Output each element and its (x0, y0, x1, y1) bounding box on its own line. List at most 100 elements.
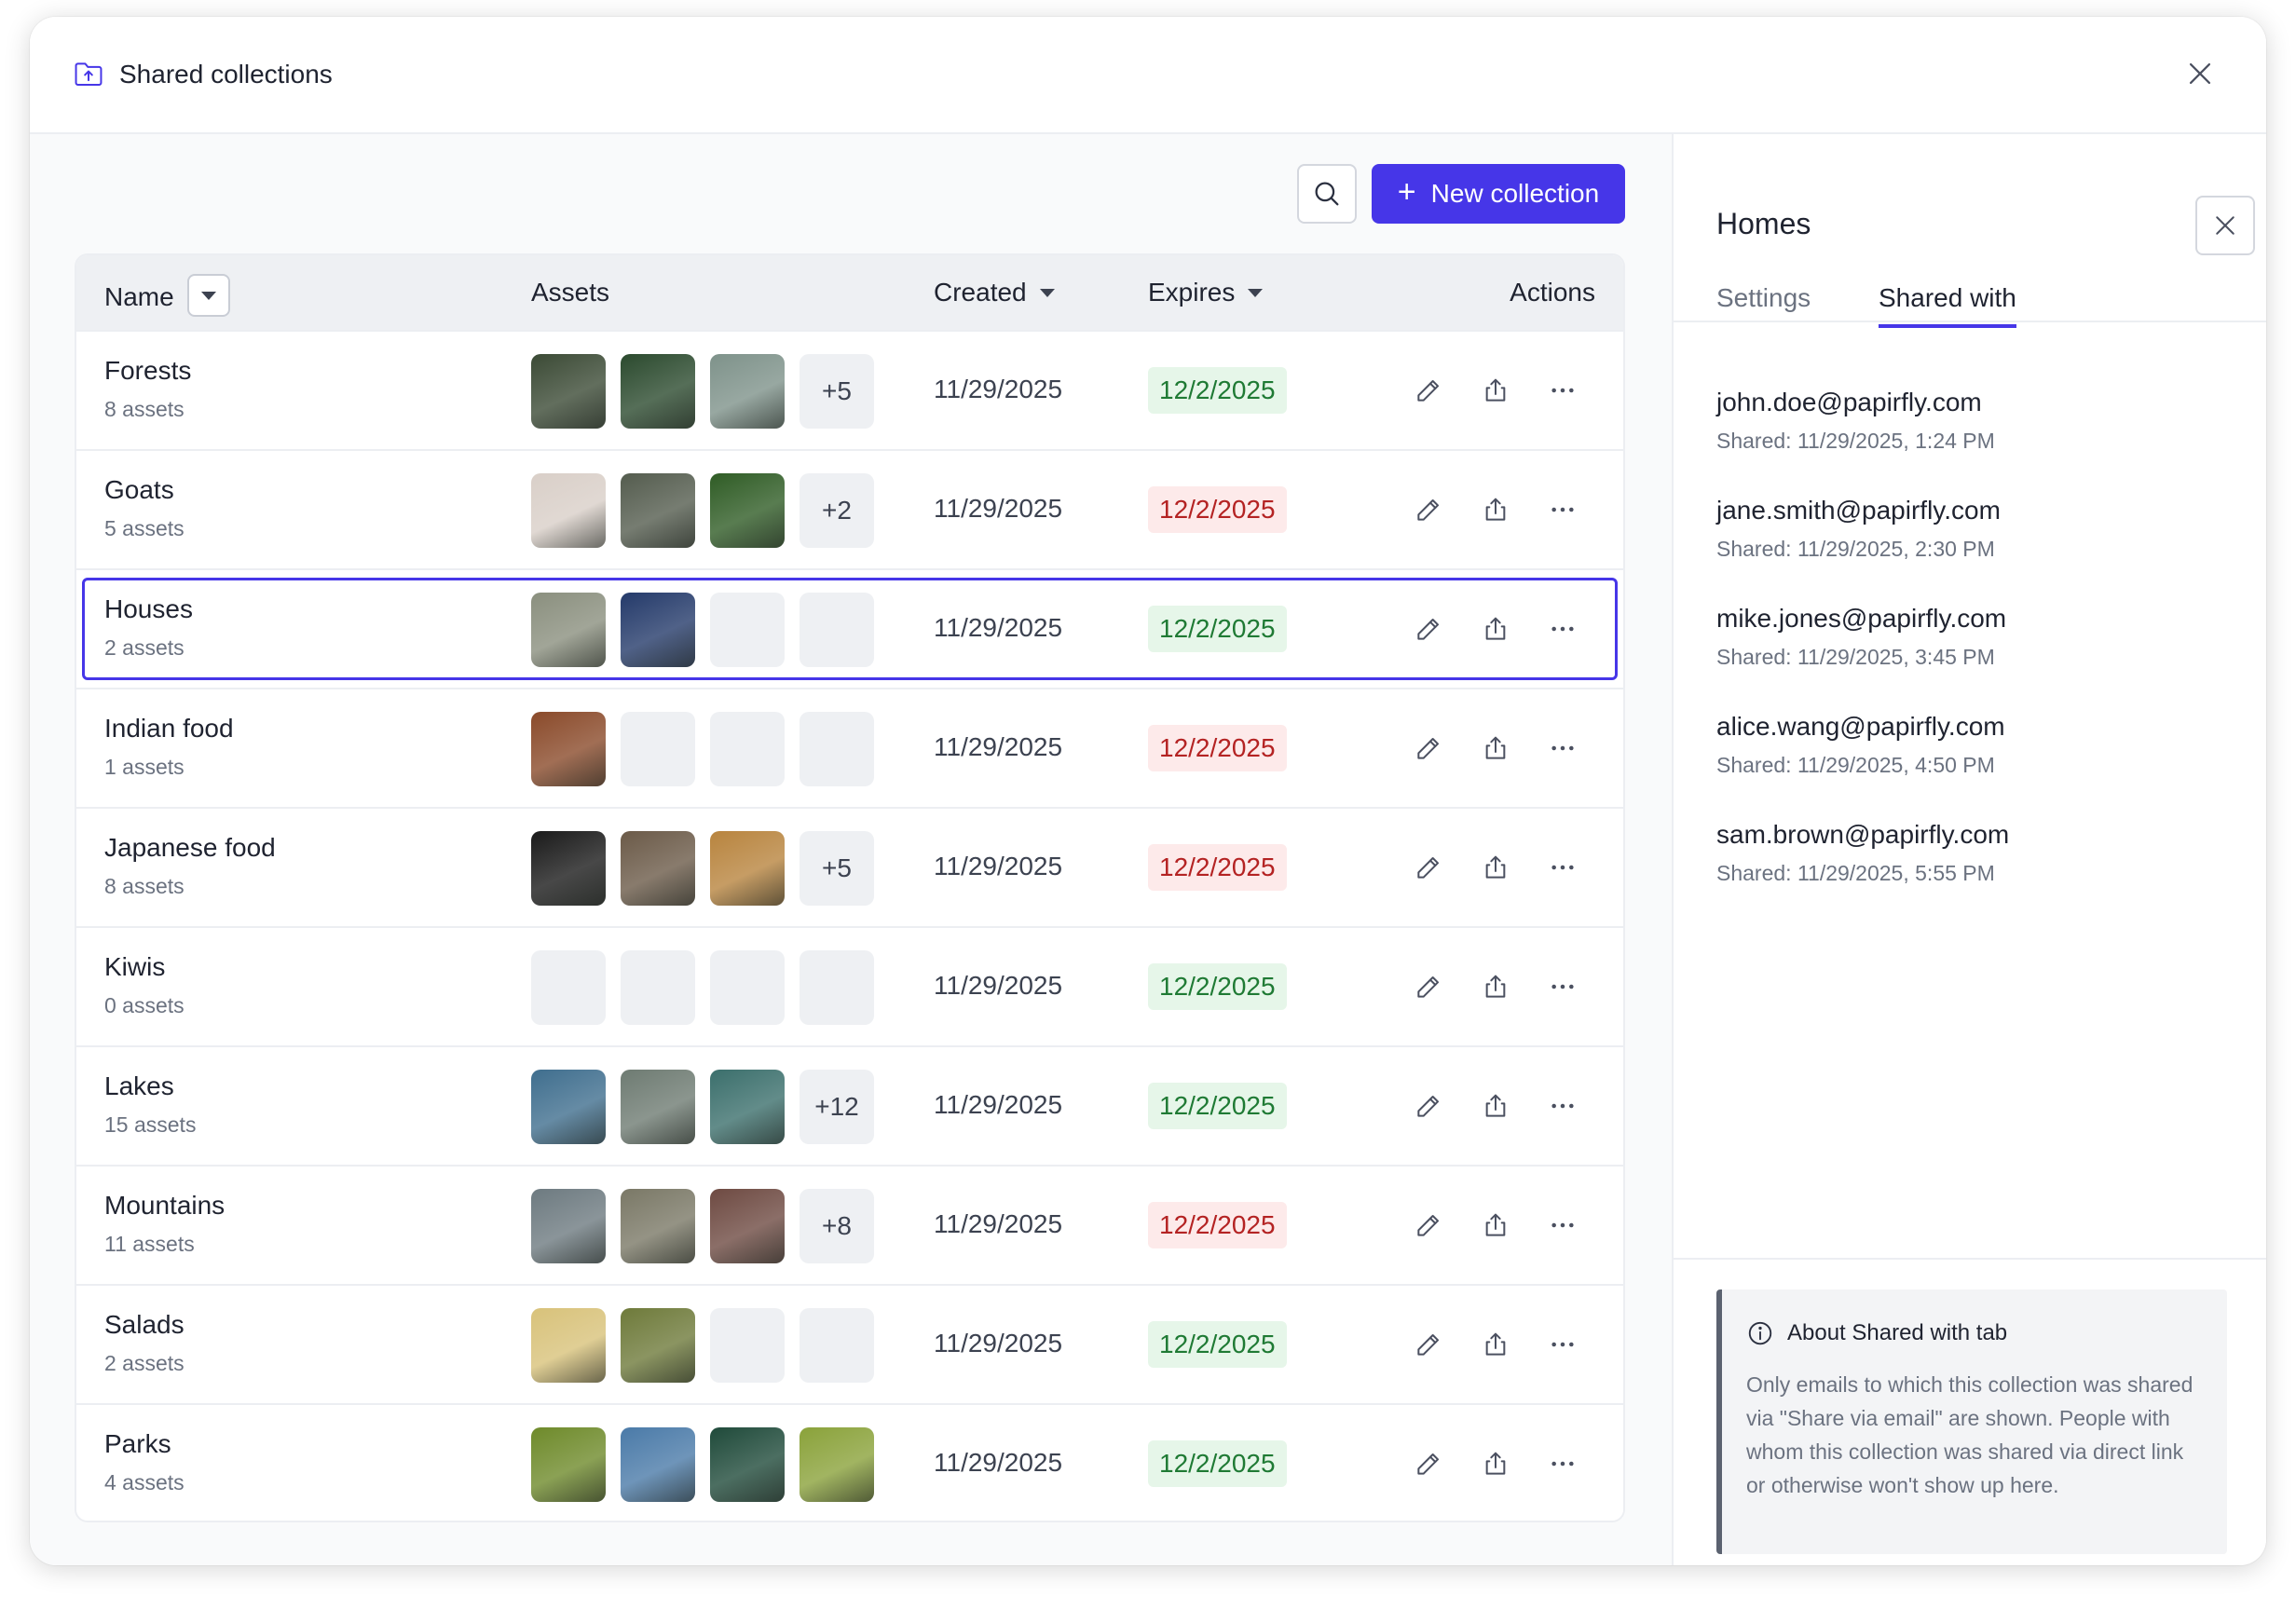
asset-thumbnails (531, 593, 874, 667)
asset-count: 15 assets (104, 1112, 197, 1137)
more-horizontal-icon (1551, 1103, 1574, 1109)
created-date: 11/29/2025 (934, 732, 1063, 761)
asset-thumbnail (531, 712, 606, 786)
column-name-label: Name (104, 282, 174, 311)
new-collection-button[interactable]: + New collection (1372, 164, 1625, 224)
share-button[interactable] (1478, 850, 1513, 885)
asset-count: 4 assets (104, 1470, 184, 1494)
created-date: 11/29/2025 (934, 852, 1063, 880)
row-actions (1411, 850, 1580, 885)
column-expires[interactable]: Expires (1148, 278, 1264, 307)
asset-thumbnail (621, 473, 695, 548)
edit-button[interactable] (1411, 969, 1446, 1004)
column-assets: Assets (531, 278, 609, 307)
edit-button[interactable] (1411, 850, 1446, 885)
asset-thumbnail (710, 354, 785, 429)
created-date: 11/29/2025 (934, 494, 1063, 523)
more-button[interactable] (1545, 373, 1580, 408)
asset-thumbnail (531, 831, 606, 906)
column-created[interactable]: Created (934, 278, 1055, 307)
edit-button[interactable] (1411, 1208, 1446, 1243)
table-row[interactable]: Lakes 15 assets +12 11/29/2025 12/2/2025 (76, 1045, 1623, 1165)
table-row[interactable]: Salads 2 assets 11/29/2025 12/2/2025 (76, 1284, 1623, 1403)
close-icon[interactable] (2184, 58, 2216, 89)
edit-button[interactable] (1411, 611, 1446, 647)
collection-name: Goats (104, 475, 174, 504)
tab-settings[interactable]: Settings (1716, 283, 1811, 313)
table-row[interactable]: Kiwis 0 assets 11/29/2025 12/2/2025 (76, 926, 1623, 1045)
name-sort-dropdown[interactable] (186, 274, 230, 317)
share-button[interactable] (1478, 373, 1513, 408)
collection-name: Indian food (104, 714, 234, 743)
share-button[interactable] (1478, 969, 1513, 1004)
more-button[interactable] (1545, 730, 1580, 766)
asset-thumbnail (531, 1308, 606, 1383)
collection-name: Salads (104, 1310, 184, 1339)
empty-thumbnail (800, 1308, 874, 1383)
more-button[interactable] (1545, 1327, 1580, 1362)
pencil-icon (1417, 619, 1439, 640)
table-row[interactable]: Goats 5 assets +2 11/29/2025 12/2/2025 (76, 449, 1623, 568)
table-row[interactable]: Parks 4 assets 11/29/2025 12/2/2025 (76, 1403, 1623, 1521)
search-button[interactable] (1297, 164, 1357, 224)
share-button[interactable] (1478, 1327, 1513, 1362)
asset-thumbnail (531, 473, 606, 548)
shared-date: Shared: 11/29/2025, 4:50 PM (1716, 753, 1995, 777)
empty-thumbnail (710, 950, 785, 1025)
asset-thumbnail (621, 831, 695, 906)
asset-thumbnail (621, 1308, 695, 1383)
table-row[interactable]: Mountains 11 assets +8 11/29/2025 12/2/2025 (76, 1165, 1623, 1284)
edit-button[interactable] (1411, 730, 1446, 766)
asset-thumbnail (621, 1070, 695, 1144)
panel-tabs: Settings Shared with (1674, 276, 2266, 328)
shared-email: mike.jones@papirfly.com (1716, 604, 2007, 633)
tab-shared-with[interactable]: Shared with (1879, 283, 2016, 328)
table-row[interactable]: Japanese food 8 assets +5 11/29/2025 12/2/20… (76, 807, 1623, 926)
table-row[interactable]: Forests 8 assets +5 11/29/2025 12/2/2025 (76, 330, 1623, 449)
asset-count: 5 assets (104, 516, 184, 540)
more-button[interactable] (1545, 850, 1580, 885)
empty-thumbnail (621, 950, 695, 1025)
pencil-icon (1417, 1334, 1439, 1356)
more-button[interactable] (1545, 1088, 1580, 1124)
table-row[interactable]: Houses 2 assets 11/29/2025 12/2/2025 (76, 568, 1623, 688)
caret-down-icon (200, 291, 216, 300)
row-actions (1411, 1208, 1580, 1243)
column-actions: Actions (1510, 278, 1595, 307)
created-date: 11/29/2025 (934, 1090, 1063, 1119)
edit-button[interactable] (1411, 1088, 1446, 1124)
share-button[interactable] (1478, 1088, 1513, 1124)
shared-date: Shared: 11/29/2025, 1:24 PM (1716, 429, 1995, 453)
asset-thumbnails: +2 (531, 473, 874, 548)
more-horizontal-icon (1551, 1222, 1574, 1228)
share-icon (1485, 855, 1506, 879)
more-button[interactable] (1545, 492, 1580, 527)
collection-name: Mountains (104, 1191, 226, 1220)
table-row[interactable]: Indian food 1 assets 11/29/2025 12/2/2025 (76, 688, 1623, 807)
share-button[interactable] (1478, 1208, 1513, 1243)
asset-thumbnail (621, 1189, 695, 1263)
more-button[interactable] (1545, 1208, 1580, 1243)
collection-name: Parks (104, 1429, 171, 1458)
empty-thumbnail (621, 712, 695, 786)
edit-button[interactable] (1411, 1327, 1446, 1362)
edit-button[interactable] (1411, 373, 1446, 408)
asset-thumbnail (531, 354, 606, 429)
panel-close-button[interactable] (2195, 196, 2255, 255)
more-button[interactable] (1545, 1446, 1580, 1481)
asset-count: 2 assets (104, 1351, 184, 1375)
share-button[interactable] (1478, 611, 1513, 647)
asset-count: 2 assets (104, 635, 184, 660)
more-button[interactable] (1545, 611, 1580, 647)
edit-button[interactable] (1411, 1446, 1446, 1481)
more-button[interactable] (1545, 969, 1580, 1004)
collections-table: Name Assets Created Expires Actions Fore… (75, 253, 1625, 1522)
share-button[interactable] (1478, 730, 1513, 766)
created-date: 11/29/2025 (934, 1329, 1063, 1358)
share-button[interactable] (1478, 492, 1513, 527)
asset-thumbnail (800, 1427, 874, 1502)
search-icon (1315, 182, 1339, 206)
edit-button[interactable] (1411, 492, 1446, 527)
share-button[interactable] (1478, 1446, 1513, 1481)
info-title: About Shared with tab (1787, 1320, 2008, 1345)
